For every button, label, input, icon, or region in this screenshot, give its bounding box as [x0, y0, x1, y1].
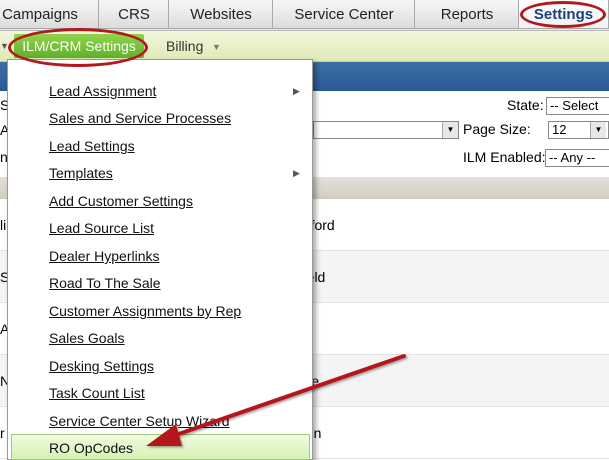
- submenu-arrow-icon: ▶: [293, 86, 300, 96]
- chevron-down-icon: ▼: [212, 42, 221, 52]
- page-size-label: Page Size:: [463, 121, 531, 137]
- menu-item-add-customer-settings[interactable]: Add Customer Settings: [49, 193, 193, 209]
- state-select[interactable]: -- Select: [546, 97, 609, 115]
- tab-label: Service Center: [294, 5, 394, 23]
- menu-item-desking-settings[interactable]: Desking Settings: [49, 358, 154, 374]
- menu-item-sales-service-processes[interactable]: Sales and Service Processes: [49, 110, 231, 126]
- tab-label: Websites: [190, 5, 252, 23]
- page-size-select[interactable]: 12 ▼: [548, 121, 609, 139]
- tab-label: Reports: [440, 5, 494, 23]
- account-select[interactable]: ▼: [313, 121, 459, 139]
- menu-item-lead-source-list[interactable]: Lead Source List: [49, 220, 154, 236]
- annotation-circle-settings: [520, 1, 606, 28]
- menu-item-ro-opcodes[interactable]: RO OpCodes: [49, 440, 133, 456]
- ilm-enabled-select[interactable]: -- Any --: [545, 149, 609, 167]
- main-tab-bar: Campaigns CRS Websites Service Center Re…: [0, 0, 609, 31]
- settings-dropdown-menu: Lead Assignment ▶ Sales and Service Proc…: [7, 59, 313, 460]
- annotation-circle-ilm: [8, 28, 148, 67]
- ilm-enabled-value: -- Any --: [549, 150, 596, 165]
- menu-item-sales-goals[interactable]: Sales Goals: [49, 330, 124, 346]
- tab-reports[interactable]: Reports: [414, 0, 520, 29]
- row-edge-text: li: [0, 217, 7, 233]
- menu-item-dealer-hyperlinks[interactable]: Dealer Hyperlinks: [49, 248, 159, 264]
- state-select-value: -- Select: [550, 98, 599, 113]
- chevron-down-icon: ▼: [442, 122, 458, 138]
- billing-menu[interactable]: Billing: [166, 38, 203, 54]
- submenu-arrow-icon: ▶: [293, 168, 300, 178]
- menu-item-lead-settings[interactable]: Lead Settings: [49, 138, 135, 154]
- chevron-down-icon: ▼: [590, 122, 606, 138]
- tab-label: Campaigns: [2, 5, 78, 23]
- state-label: State:: [507, 97, 544, 113]
- menu-item-service-center-setup-wizard[interactable]: Service Center Setup Wizard: [49, 413, 230, 429]
- menu-item-task-count-list[interactable]: Task Count List: [49, 385, 145, 401]
- ilm-enabled-label: ILM Enabled:: [463, 149, 546, 165]
- menu-item-templates[interactable]: Templates: [49, 165, 113, 181]
- page-size-value: 12: [552, 122, 567, 137]
- tab-label: CRS: [118, 5, 150, 23]
- menu-item-road-to-the-sale[interactable]: Road To The Sale: [49, 275, 161, 291]
- tab-service-center[interactable]: Service Center: [272, 0, 416, 29]
- menu-item-lead-assignment[interactable]: Lead Assignment: [49, 83, 156, 99]
- menu-item-customer-assignments-by-rep[interactable]: Customer Assignments by Rep: [49, 303, 241, 319]
- tab-campaigns[interactable]: Campaigns: [0, 0, 100, 29]
- tab-crs[interactable]: CRS: [98, 0, 170, 29]
- row-edge-text: r: [0, 425, 5, 441]
- tab-websites[interactable]: Websites: [168, 0, 274, 29]
